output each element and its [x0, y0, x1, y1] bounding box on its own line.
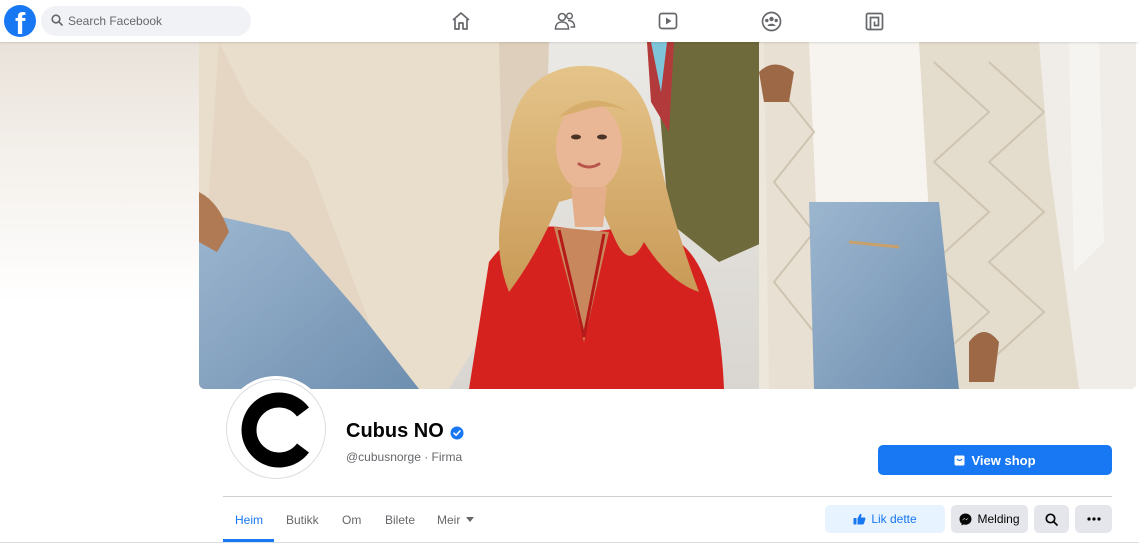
view-shop-button[interactable]: View shop — [878, 445, 1112, 475]
verified-badge-icon — [450, 426, 464, 440]
shop-icon — [954, 455, 965, 465]
profile-avatar[interactable] — [226, 379, 326, 479]
search-icon — [1045, 512, 1058, 526]
tab-om[interactable]: Om — [342, 513, 361, 527]
like-button[interactable]: Lik dette — [825, 505, 945, 533]
gaming-icon[interactable] — [862, 9, 886, 33]
home-icon[interactable] — [449, 9, 473, 33]
thumbs-up-icon — [853, 513, 866, 525]
message-button-label: Melding — [977, 512, 1020, 526]
caret-down-icon — [466, 517, 475, 522]
page-background — [0, 42, 200, 302]
tab-bilete[interactable]: Bilete — [385, 513, 415, 527]
message-button[interactable]: Melding — [951, 505, 1028, 533]
tab-butikk[interactable]: Butikk — [286, 513, 319, 527]
profile-divider — [223, 496, 1112, 497]
groups-icon[interactable] — [759, 9, 783, 33]
view-shop-label: View shop — [971, 452, 1036, 468]
page-handle: @cubusnorge · Firma — [346, 450, 463, 464]
cover-photo-illustration — [199, 42, 1136, 389]
cover-photo[interactable] — [199, 42, 1136, 389]
top-navbar: f — [0, 0, 1139, 42]
watch-icon[interactable] — [656, 9, 680, 33]
facebook-logo-letter: f — [15, 6, 26, 38]
friends-icon[interactable] — [553, 9, 577, 33]
tab-meir[interactable]: Meir — [437, 513, 475, 527]
messenger-icon — [959, 513, 972, 525]
tab-heim[interactable]: Heim — [235, 513, 263, 527]
like-button-label: Lik dette — [871, 512, 917, 526]
more-dots-icon — [1086, 517, 1101, 521]
page-search-button[interactable] — [1034, 505, 1069, 533]
tab-meir-label: Meir — [437, 513, 461, 527]
facebook-logo[interactable]: f — [4, 5, 36, 37]
search-box[interactable] — [41, 6, 251, 36]
cubus-logo — [241, 392, 309, 468]
search-input[interactable] — [68, 6, 243, 36]
more-options-button[interactable] — [1075, 505, 1112, 533]
page-title: Cubus NO — [346, 420, 444, 442]
search-icon — [51, 14, 63, 26]
